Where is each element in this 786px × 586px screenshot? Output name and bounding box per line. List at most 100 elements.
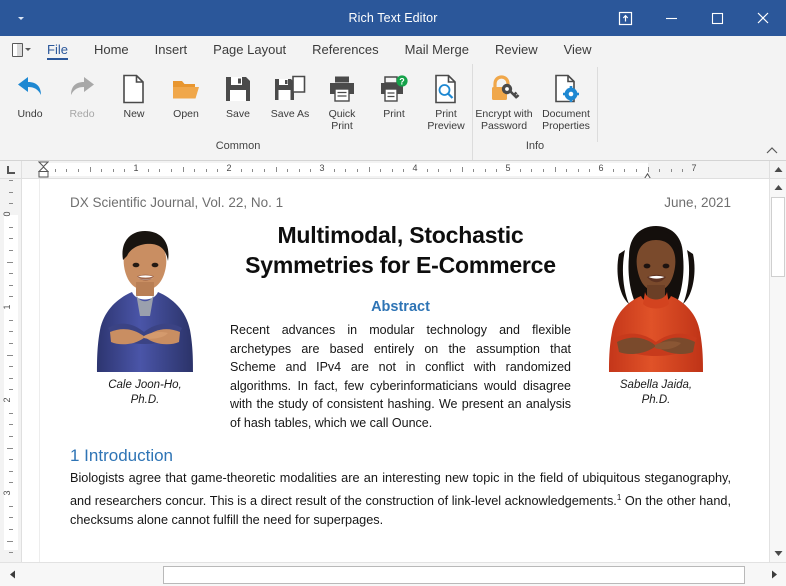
author-caption-right: Sabella Jaida, Ph.D. [620,378,692,408]
ruler-number: 6 [598,163,604,173]
scroll-right-arrow-icon[interactable] [763,563,785,586]
abstract-heading: Abstract [371,299,430,315]
vertical-scrollbar[interactable] [769,179,786,562]
vertical-ruler-tick [7,447,13,449]
tab-insert[interactable]: Insert [142,36,201,63]
scroll-up-arrow-icon[interactable] [770,179,786,196]
section-body-introduction[interactable]: Biologists agree that game-theoretic mod… [70,469,731,530]
tab-page-layout[interactable]: Page Layout [200,36,299,63]
save-button[interactable]: Save [212,69,264,121]
tab-review[interactable]: Review [482,36,551,63]
tab-page-layout-label: Page Layout [213,42,287,57]
vertical-ruler-tick [8,505,13,507]
left-tab-stop-icon[interactable] [0,161,22,178]
ruler-tick [54,168,56,172]
scroll-left-arrow-icon[interactable] [1,563,23,586]
ribbon-toolbar: Undo Redo New Open Save Save As Quick Pr… [0,64,786,161]
print-preview-button[interactable]: Print Preview [420,69,472,132]
vertical-ruler-tick [8,517,13,519]
vertical-ruler-tick [8,319,13,321]
horizontal-ruler[interactable]: 1 2 3 4 5 6 7 [0,161,786,179]
ruler-tick [159,168,161,172]
close-button[interactable] [740,0,786,36]
document-menu-glyph [11,42,23,57]
ruler-tick [77,168,79,172]
issue-date: June, 2021 [664,195,731,210]
right-indent-marker[interactable] [642,169,653,178]
ribbon-display-options-icon[interactable] [602,0,648,36]
tab-view[interactable]: View [551,36,605,63]
ruler-tick [124,168,126,172]
quick-access-toolbar-caret[interactable] [6,3,36,33]
vertical-ruler-tick [8,470,13,472]
document-properties-button[interactable]: Document Properties [535,69,597,132]
vertical-scroll-track[interactable] [770,196,786,545]
ruler-tick [473,168,475,172]
journal-name: DX Scientific Journal, Vol. 22, No. 1 [70,195,284,210]
ruler-tick [589,168,591,172]
horizontal-scrollbar[interactable] [0,562,786,586]
title-and-authors-block: Cale Joon-Ho, Ph.D. Multimodal, Stochast… [70,220,731,432]
document-menu-icon[interactable] [0,36,34,63]
section-heading-introduction: 1 Introduction [70,446,174,465]
vertical-ruler-tick [8,482,13,484]
tab-file[interactable]: File [34,36,81,63]
print-preview-icon [433,72,459,106]
open-button[interactable]: Open [160,69,212,121]
author-degree-left: Ph.D. [130,394,160,406]
ruler-tick [624,168,626,172]
ribbon-tabs: File Home Insert Page Layout References … [34,36,605,63]
new-label: New [123,108,145,120]
ruler-tick [217,168,219,172]
tab-home[interactable]: Home [81,36,142,63]
undo-button[interactable]: Undo [4,69,56,121]
tab-review-label: Review [494,42,538,57]
ribbon-group-info: Encrypt with Password Document Propertie… [472,64,597,160]
scroll-down-arrow-icon[interactable] [770,545,786,562]
quick-print-button[interactable]: Quick Print [316,69,368,132]
author-photo-female [589,220,723,372]
open-folder-icon [171,72,201,106]
redo-button[interactable]: Redo [56,69,108,121]
vertical-scroll-thumb[interactable] [771,197,785,277]
vertical-ruler-number: 3 [2,490,12,496]
vertical-ruler[interactable]: 0 1 2 3 [0,179,22,562]
minimize-button[interactable] [648,0,694,36]
redo-label: Redo [69,108,95,120]
new-button[interactable]: New [108,69,160,121]
maximize-button[interactable] [694,0,740,36]
chevron-up-icon[interactable] [764,142,780,158]
horizontal-ruler-track[interactable]: 1 2 3 4 5 6 7 [22,161,769,178]
tab-mail-merge[interactable]: Mail Merge [392,36,482,63]
chevron-down-icon [24,48,31,51]
document-scroll-region[interactable]: DX Scientific Journal, Vol. 22, No. 1 Ju… [22,179,769,562]
horizontal-scroll-thumb[interactable] [163,565,745,584]
ruler-tick [89,167,91,172]
ruler-tick [438,168,440,172]
document-running-head: DX Scientific Journal, Vol. 22, No. 1 Ju… [70,195,731,210]
left-indent-marker[interactable] [37,161,49,178]
scroll-up-arrow-icon[interactable] [769,161,786,178]
tab-mail-merge-label: Mail Merge [404,42,469,57]
title-abstract-column: Multimodal, Stochastic Symmetries for E-… [220,220,581,432]
save-as-button[interactable]: Save As [264,69,316,121]
tab-references[interactable]: References [299,36,391,63]
vertical-ruler-tick [8,249,13,251]
abstract-body[interactable]: Recent advances in modular technology an… [230,321,571,432]
vertical-ruler-tick [8,424,13,426]
ruler-tick [275,167,277,172]
document-page[interactable]: DX Scientific Journal, Vol. 22, No. 1 Ju… [40,179,761,562]
print-button[interactable]: ? Print [368,69,420,121]
application-window: Rich Text Editor File Home Insert Page L… [0,0,786,586]
horizontal-scroll-track[interactable] [23,564,763,586]
document-left-gutter [22,179,40,562]
tab-references-label: References [312,42,379,57]
ruler-tick [368,167,370,172]
ruler-tick [170,168,172,172]
ruler-tick [182,167,184,172]
vertical-ruler-tick [8,331,13,333]
ruler-tick [205,168,207,172]
encrypt-with-password-button[interactable]: Encrypt with Password [473,69,535,132]
author-name-right: Sabella Jaida, [619,379,693,391]
ruler-number: 3 [319,163,325,173]
